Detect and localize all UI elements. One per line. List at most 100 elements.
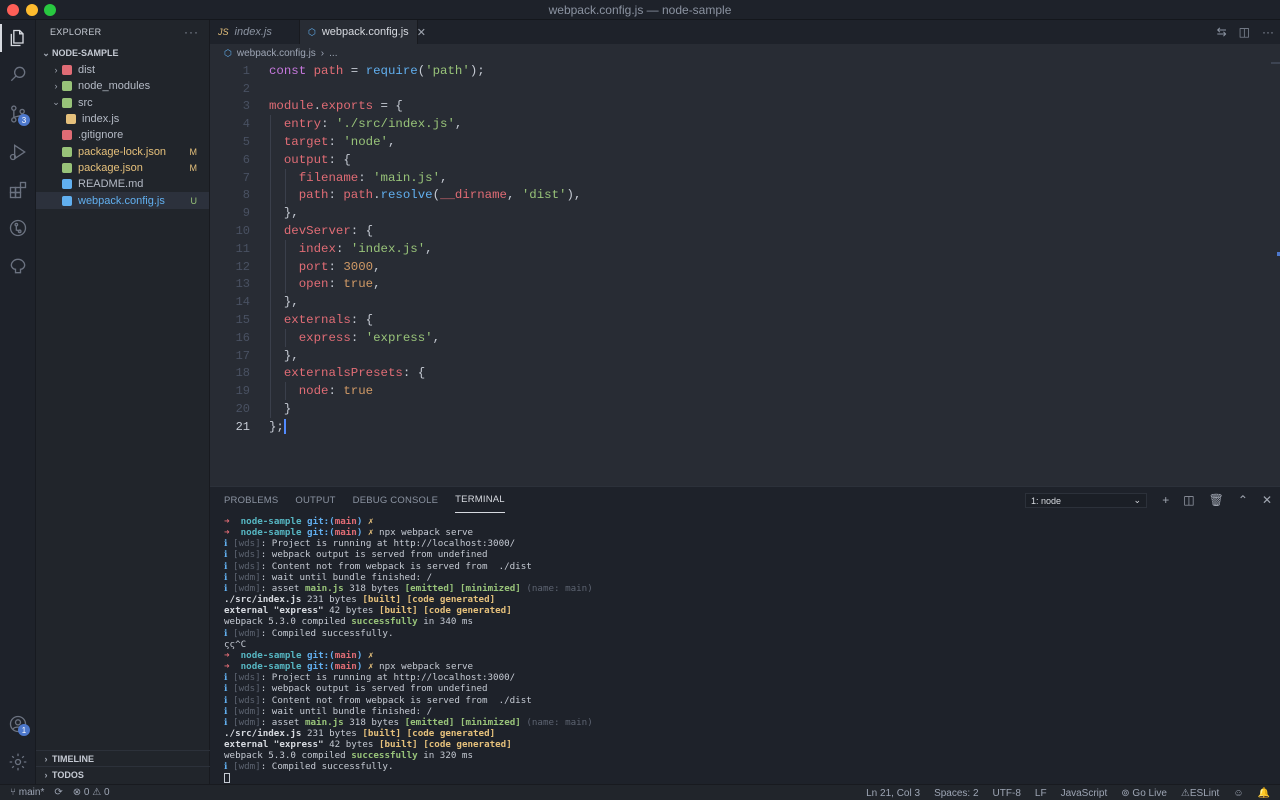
end-of-line[interactable]: LF bbox=[1035, 788, 1047, 799]
text-cursor bbox=[283, 419, 286, 435]
file-tree: › dist › node_modules ⌄ src index.js .gitignore… bbox=[36, 62, 209, 209]
go-live-button[interactable]: ⊚ Go Live bbox=[1121, 788, 1167, 799]
code-line[interactable]: 13 open: true, bbox=[210, 275, 1280, 294]
extensions-icon[interactable] bbox=[0, 172, 36, 208]
sync-icon[interactable]: ⟳ bbox=[54, 787, 62, 798]
code-line[interactable]: 3 module.exports = { bbox=[210, 98, 1280, 116]
cursor-position[interactable]: Ln 21, Col 3 bbox=[866, 788, 920, 799]
panel-actions: + ◫ 🗑 ⌃ ✕ bbox=[1162, 493, 1272, 507]
breadcrumb-symbols[interactable]: ... bbox=[329, 48, 337, 59]
tab-close-icon[interactable]: ✕ bbox=[417, 26, 426, 39]
kill-terminal-icon[interactable]: 🗑 bbox=[1209, 493, 1224, 507]
tab-output[interactable]: OUTPUT bbox=[295, 487, 335, 513]
line-number: 6 bbox=[242, 152, 250, 167]
code-line[interactable]: 1 const path = require('path'); bbox=[210, 62, 1280, 80]
code-line[interactable]: 12 port: 3000, bbox=[210, 257, 1280, 276]
split-terminal-icon[interactable]: ◫ bbox=[1183, 493, 1194, 507]
branch-status[interactable]: ⑂ main* bbox=[10, 787, 44, 798]
tree-file[interactable]: webpack.config.js U bbox=[36, 192, 209, 209]
code-line[interactable]: 16 express: 'express', bbox=[210, 328, 1280, 347]
tab-debug-console[interactable]: DEBUG CONSOLE bbox=[353, 487, 438, 513]
terminal-line: ℹ [wdm]: wait until bundle finished: / bbox=[224, 705, 433, 717]
code-line[interactable]: 17 }, bbox=[210, 346, 1280, 365]
minimize-window-button[interactable] bbox=[26, 4, 38, 16]
terminal-line: ➜ node-sample git:(main) ✗ npx webpack s… bbox=[224, 527, 474, 539]
eslint-status[interactable]: ⚠ESLint bbox=[1181, 788, 1219, 799]
open-changes-icon[interactable]: ⇆ bbox=[1217, 25, 1227, 39]
close-window-button[interactable] bbox=[7, 4, 19, 16]
code-line[interactable]: 11 index: 'index.js', bbox=[210, 239, 1280, 258]
code-line[interactable]: 18 externalsPresets: { bbox=[210, 364, 1280, 383]
title-bar: webpack.config.js — node-sample bbox=[0, 0, 1280, 20]
settings-gear-icon[interactable] bbox=[0, 744, 36, 780]
terminal-select[interactable]: 1: node ⌄ bbox=[1025, 493, 1147, 508]
breadcrumb-file[interactable]: webpack.config.js bbox=[237, 48, 316, 59]
run-debug-icon[interactable] bbox=[0, 134, 36, 170]
explorer-more-actions[interactable]: ··· bbox=[184, 25, 199, 39]
tree-file[interactable]: index.js bbox=[36, 111, 209, 127]
more-actions-icon[interactable]: ··· bbox=[1262, 25, 1274, 39]
tree-folder[interactable]: › dist bbox=[36, 62, 209, 78]
code-line[interactable]: 20 } bbox=[210, 400, 1280, 418]
code-line[interactable]: 15 externals: { bbox=[210, 311, 1280, 329]
webpack-file-icon: ⬡ bbox=[224, 47, 232, 58]
notifications-icon[interactable]: 🔔 bbox=[1258, 788, 1270, 799]
terminal-line: ℹ [wds]: Content not from webpack is ser… bbox=[224, 560, 532, 572]
todos-section[interactable]: › TODOS bbox=[36, 766, 210, 782]
tree-file[interactable]: .gitignore bbox=[36, 127, 209, 143]
tab-webpack-config[interactable]: ⬡ webpack.config.js ✕ bbox=[300, 20, 426, 44]
code-line[interactable]: 6 output: { bbox=[210, 150, 1280, 169]
tree-folder[interactable]: › node_modules bbox=[36, 78, 209, 94]
timeline-section[interactable]: › TIMELINE bbox=[36, 750, 210, 766]
code-text: externalsPresets: { bbox=[283, 366, 426, 381]
tree-file[interactable]: package-lock.json M bbox=[36, 143, 209, 159]
split-editor-icon[interactable]: ◫ bbox=[1239, 25, 1250, 39]
status-bar: ⑂ main* ⟳ ⊗ 0 ⚠ 0 Ln 21, Col 3 Spaces: 2… bbox=[0, 784, 1280, 800]
workspace-folder[interactable]: ⌄ NODE-SAMPLE bbox=[36, 44, 209, 62]
zoom-window-button[interactable] bbox=[44, 4, 56, 16]
file-icon bbox=[62, 130, 72, 141]
explorer-icon[interactable] bbox=[0, 20, 36, 56]
code-line[interactable]: 7 filename: 'main.js', bbox=[210, 168, 1280, 187]
code-line[interactable]: 5 target: 'node', bbox=[210, 133, 1280, 151]
code-text: path: path.resolve(__dirname, 'dist'), bbox=[298, 188, 582, 203]
code-line[interactable]: 21}; bbox=[210, 418, 1280, 436]
line-number: 21 bbox=[235, 419, 250, 434]
terminal-output[interactable]: ➜ node-sample git:(main) ✗ ➜ node-sample … bbox=[224, 516, 593, 784]
line-number: 5 bbox=[242, 135, 250, 150]
explorer-sidebar: EXPLORER ··· ⌄ NODE-SAMPLE › dist › node_mo… bbox=[36, 20, 210, 784]
code-line[interactable]: 9 }, bbox=[210, 204, 1280, 223]
git-graph-icon[interactable] bbox=[0, 210, 36, 246]
tab-problems[interactable]: PROBLEMS bbox=[224, 487, 278, 513]
tree-file[interactable]: README.md bbox=[36, 176, 209, 192]
encoding[interactable]: UTF-8 bbox=[993, 788, 1021, 799]
maximize-panel-icon[interactable]: ⌃ bbox=[1238, 493, 1248, 507]
search-icon[interactable] bbox=[0, 56, 36, 92]
code-editor[interactable]: 1 const path = require('path'); 2 3 module.e… bbox=[210, 62, 1280, 486]
accounts-icon[interactable]: 1 bbox=[0, 706, 36, 742]
language-mode[interactable]: JavaScript bbox=[1061, 788, 1108, 799]
close-panel-icon[interactable]: ✕ bbox=[1262, 493, 1272, 507]
code-line[interactable]: 10 devServer: { bbox=[210, 222, 1280, 240]
tab-terminal[interactable]: TERMINAL bbox=[455, 487, 505, 513]
terminal-line: ℹ [wdm]: wait until bundle finished: / bbox=[224, 571, 433, 583]
code-text: }; bbox=[269, 419, 286, 435]
feedback-icon[interactable]: ☺ bbox=[1233, 788, 1243, 799]
code-line[interactable]: 4 entry: './src/index.js', bbox=[210, 115, 1280, 134]
terminal-line: ./src/index.js 231 bytes [built] [code g… bbox=[224, 727, 496, 739]
line-number: 18 bbox=[235, 366, 250, 381]
code-line[interactable]: 19 node: true bbox=[210, 382, 1280, 401]
indentation[interactable]: Spaces: 2 bbox=[934, 788, 978, 799]
source-control-icon[interactable]: 3 bbox=[0, 96, 36, 132]
new-terminal-icon[interactable]: + bbox=[1162, 493, 1169, 507]
code-line[interactable]: 8 path: path.resolve(__dirname, 'dist'), bbox=[210, 186, 1280, 205]
live-share-icon[interactable] bbox=[0, 248, 36, 284]
problems-status[interactable]: ⊗ 0 ⚠ 0 bbox=[73, 787, 110, 798]
tree-file[interactable]: package.json M bbox=[36, 160, 209, 176]
code-line[interactable]: 14 }, bbox=[210, 293, 1280, 312]
tree-item-label: node_modules bbox=[78, 80, 151, 93]
code-line[interactable]: 2 bbox=[210, 80, 1280, 98]
tab-index-js[interactable]: JS index.js bbox=[210, 20, 300, 44]
tree-folder[interactable]: ⌄ src bbox=[36, 95, 209, 111]
panel-tabs: PROBLEMS OUTPUT DEBUG CONSOLE TERMINAL bbox=[210, 487, 522, 513]
